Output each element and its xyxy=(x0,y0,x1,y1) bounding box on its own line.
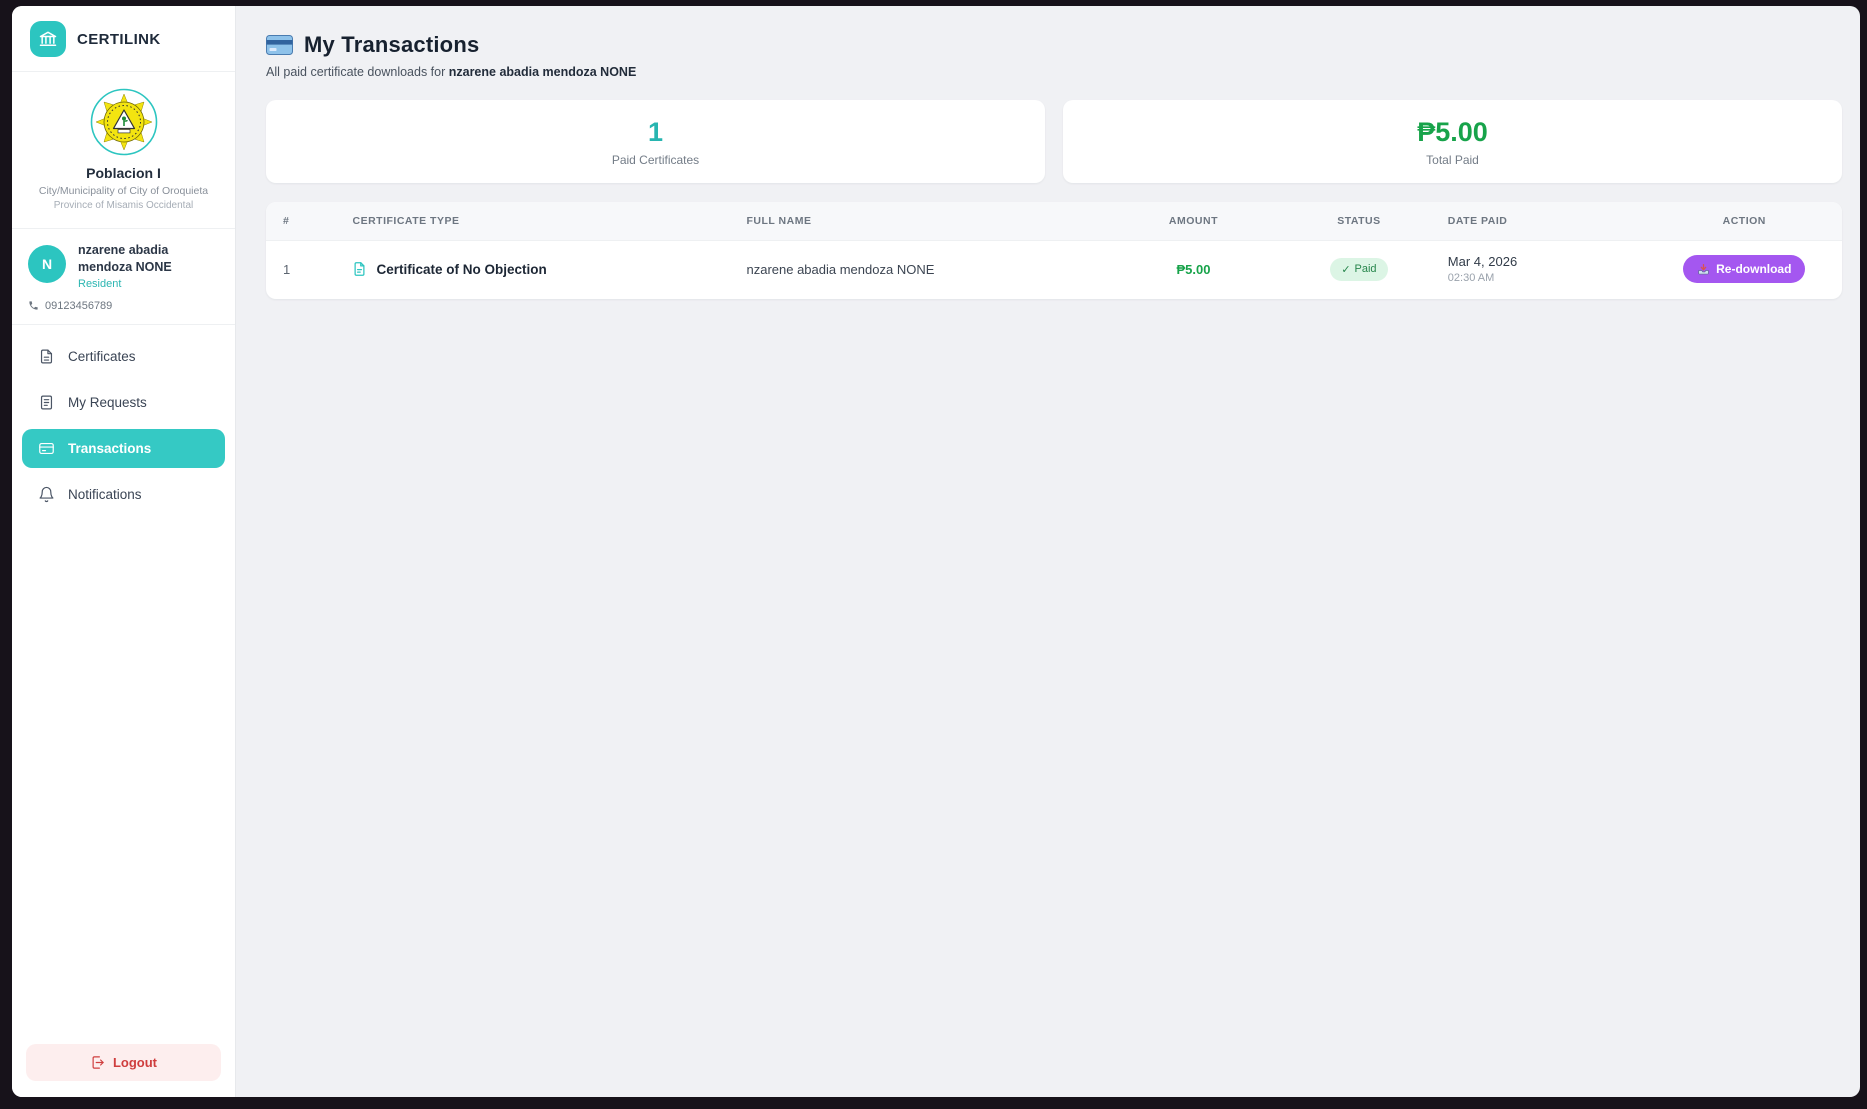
certificate-type: Certificate of No Objection xyxy=(376,262,546,277)
sidebar-item-certificates[interactable]: Certificates xyxy=(22,337,225,376)
summary-cards: 1 Paid Certificates ₱5.00 Total Paid xyxy=(266,100,1842,183)
date-paid: Mar 4, 2026 xyxy=(1448,254,1633,269)
sidebar-item-notifications[interactable]: Notifications xyxy=(22,475,225,514)
sidebar-item-label: My Requests xyxy=(68,395,147,410)
user-role-badge: Resident xyxy=(78,278,219,290)
user-info: N nzarene abadia mendoza NONE Resident 0… xyxy=(12,229,235,325)
avatar: N xyxy=(28,245,66,283)
col-header-date-paid: DATE PAID xyxy=(1434,202,1647,241)
bank-building-icon xyxy=(30,21,66,57)
amount: ₱5.00 xyxy=(1103,241,1284,300)
col-header-amount: AMOUNT xyxy=(1103,202,1284,241)
table-row: 1 Certificate of No Objection xyxy=(266,241,1842,300)
request-form-icon xyxy=(38,394,55,411)
sidebar-item-transactions[interactable]: Transactions xyxy=(22,429,225,468)
sidebar-item-label: Notifications xyxy=(68,487,142,502)
transactions-table: # CERTIFICATE TYPE FULL NAME AMOUNT STAT… xyxy=(266,202,1842,299)
user-name: nzarene abadia mendoza NONE xyxy=(78,242,219,276)
col-header-certificate-type: CERTIFICATE TYPE xyxy=(338,202,732,241)
col-header-number: # xyxy=(266,202,338,241)
credit-card-icon xyxy=(38,440,55,457)
sidebar: CERTILINK xyxy=(12,6,236,1097)
barangay-info: Poblacion I City/Municipality of City of… xyxy=(12,72,235,229)
col-header-full-name: FULL NAME xyxy=(732,202,1102,241)
re-download-label: Re-download xyxy=(1716,262,1791,276)
inbox-tray-icon xyxy=(1697,263,1710,276)
phone-icon xyxy=(28,300,39,311)
sidebar-nav: Certificates My Requests xyxy=(12,325,235,526)
brand-header: CERTILINK xyxy=(12,6,235,72)
sidebar-item-label: Transactions xyxy=(68,441,151,456)
file-document-icon xyxy=(38,348,55,365)
exit-door-icon xyxy=(90,1055,105,1070)
page-header: My Transactions All paid certificate dow… xyxy=(266,32,1842,79)
full-name: nzarene abadia mendoza NONE xyxy=(732,241,1102,300)
time-paid: 02:30 AM xyxy=(1448,272,1633,284)
user-phone: 09123456789 xyxy=(45,300,112,312)
certilink-app: CERTILINK xyxy=(12,6,1860,1097)
teal-file-icon xyxy=(352,261,367,277)
window-frame: CERTILINK xyxy=(0,0,1867,1109)
page-title: My Transactions xyxy=(304,32,479,58)
page-subtitle: All paid certificate downloads for nzare… xyxy=(266,65,1842,79)
re-download-button[interactable]: Re-download xyxy=(1683,255,1805,283)
date-paid-cell: Mar 4, 2026 02:30 AM xyxy=(1434,241,1647,300)
barangay-municipality: City/Municipality of City of Oroquieta xyxy=(24,185,223,197)
sidebar-item-label: Certificates xyxy=(68,349,136,364)
credit-card-emoji-icon xyxy=(266,35,293,55)
total-paid-card: ₱5.00 Total Paid xyxy=(1063,100,1842,183)
col-header-status: STATUS xyxy=(1284,202,1434,241)
total-paid-label: Total Paid xyxy=(1073,153,1832,167)
app-name: CERTILINK xyxy=(77,31,161,48)
table-header-row: # CERTIFICATE TYPE FULL NAME AMOUNT STAT… xyxy=(266,202,1842,241)
paid-certificates-label: Paid Certificates xyxy=(276,153,1035,167)
sidebar-item-my-requests[interactable]: My Requests xyxy=(22,383,225,422)
barangay-province: Province of Misamis Occidental xyxy=(24,200,223,211)
main-content: My Transactions All paid certificate dow… xyxy=(236,6,1860,1097)
col-header-action: ACTION xyxy=(1647,202,1842,241)
paid-certificates-value: 1 xyxy=(276,117,1035,148)
logout-button[interactable]: Logout xyxy=(26,1044,221,1081)
row-number: 1 xyxy=(266,241,338,300)
status-badge: ✓Paid xyxy=(1330,258,1387,281)
paid-certificates-card: 1 Paid Certificates xyxy=(266,100,1045,183)
barangay-seal xyxy=(90,88,158,156)
check-icon: ✓ xyxy=(1341,263,1350,276)
bell-icon xyxy=(38,486,55,503)
barangay-name: Poblacion I xyxy=(24,165,223,181)
logout-label: Logout xyxy=(113,1055,157,1070)
total-paid-value: ₱5.00 xyxy=(1073,117,1832,148)
subtitle-user-name: nzarene abadia mendoza NONE xyxy=(449,65,637,79)
